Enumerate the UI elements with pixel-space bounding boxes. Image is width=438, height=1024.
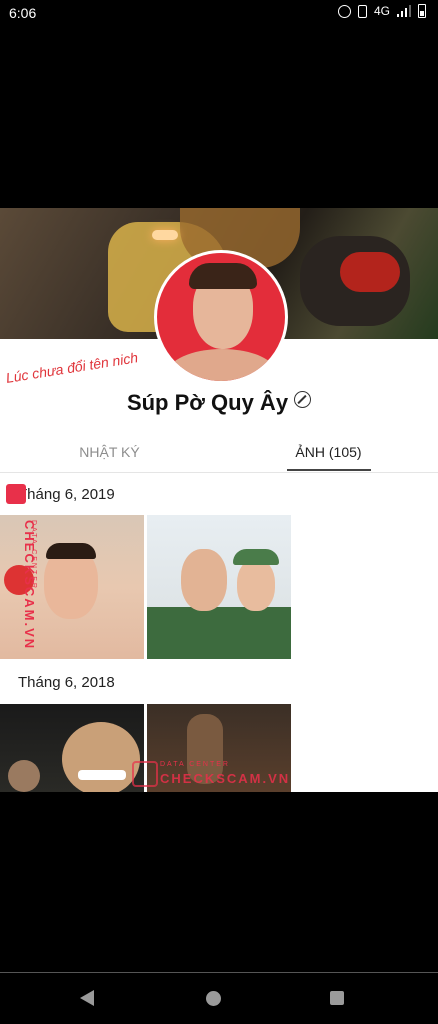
photo-face (237, 559, 275, 611)
avatar-hair (189, 263, 257, 289)
cover-motorbike-red (340, 252, 400, 292)
profile-screen: Lúc chưa đổi tên nich Súp Pờ Quy Ây NHẬT… (0, 208, 438, 792)
network-type: 4G (373, 4, 390, 18)
active-tab-indicator (287, 469, 371, 471)
photo-uniform (147, 607, 291, 659)
tab-bar: NHẬT KÝ ẢNH (105) (0, 436, 438, 473)
watermark-vertical-small: DATA CENTER (30, 520, 37, 590)
watermark-lock-icon (132, 761, 158, 787)
avatar[interactable] (154, 250, 288, 384)
tab-photos[interactable]: ẢNH (105) (219, 444, 438, 460)
photo-thumbnail[interactable] (147, 515, 291, 659)
photo-face (8, 760, 40, 792)
alarm-icon (337, 4, 351, 18)
edit-icon[interactable] (294, 391, 312, 408)
photo-face (181, 549, 227, 611)
watermark-small-text: DATA CENTER (160, 761, 230, 768)
status-bar: 6:06 4G (0, 0, 438, 28)
album-title: Tháng 6, 2019 (18, 486, 115, 503)
vibrate-icon (357, 4, 367, 18)
cover-light (152, 230, 178, 240)
album-title: Tháng 6, 2018 (18, 674, 115, 691)
profile-name-row: Súp Pờ Quy Ây (0, 390, 438, 416)
status-icons: 4G (337, 4, 426, 18)
photo-hat (233, 549, 279, 565)
profile-name: Súp Pờ Quy Ây (126, 390, 289, 415)
watermark-big-text: CHECKSCAM.VN (160, 771, 291, 786)
photo-thumbnail[interactable] (0, 704, 144, 792)
recents-icon[interactable] (330, 991, 344, 1005)
nav-divider (0, 972, 438, 973)
photo-hair (46, 543, 96, 559)
photo-smile (78, 770, 126, 780)
back-icon[interactable] (80, 990, 94, 1006)
tab-journal[interactable]: NHẬT KÝ (0, 444, 219, 460)
watermark-lock-icon (6, 484, 26, 504)
photo-face (62, 722, 140, 792)
status-time: 6:06 (9, 5, 37, 21)
home-icon[interactable] (206, 991, 221, 1006)
signal-icon (397, 5, 411, 17)
handwritten-annotation: Lúc chưa đổi tên nich (4, 349, 140, 386)
avatar-body (167, 349, 277, 381)
battery-icon (418, 4, 426, 18)
